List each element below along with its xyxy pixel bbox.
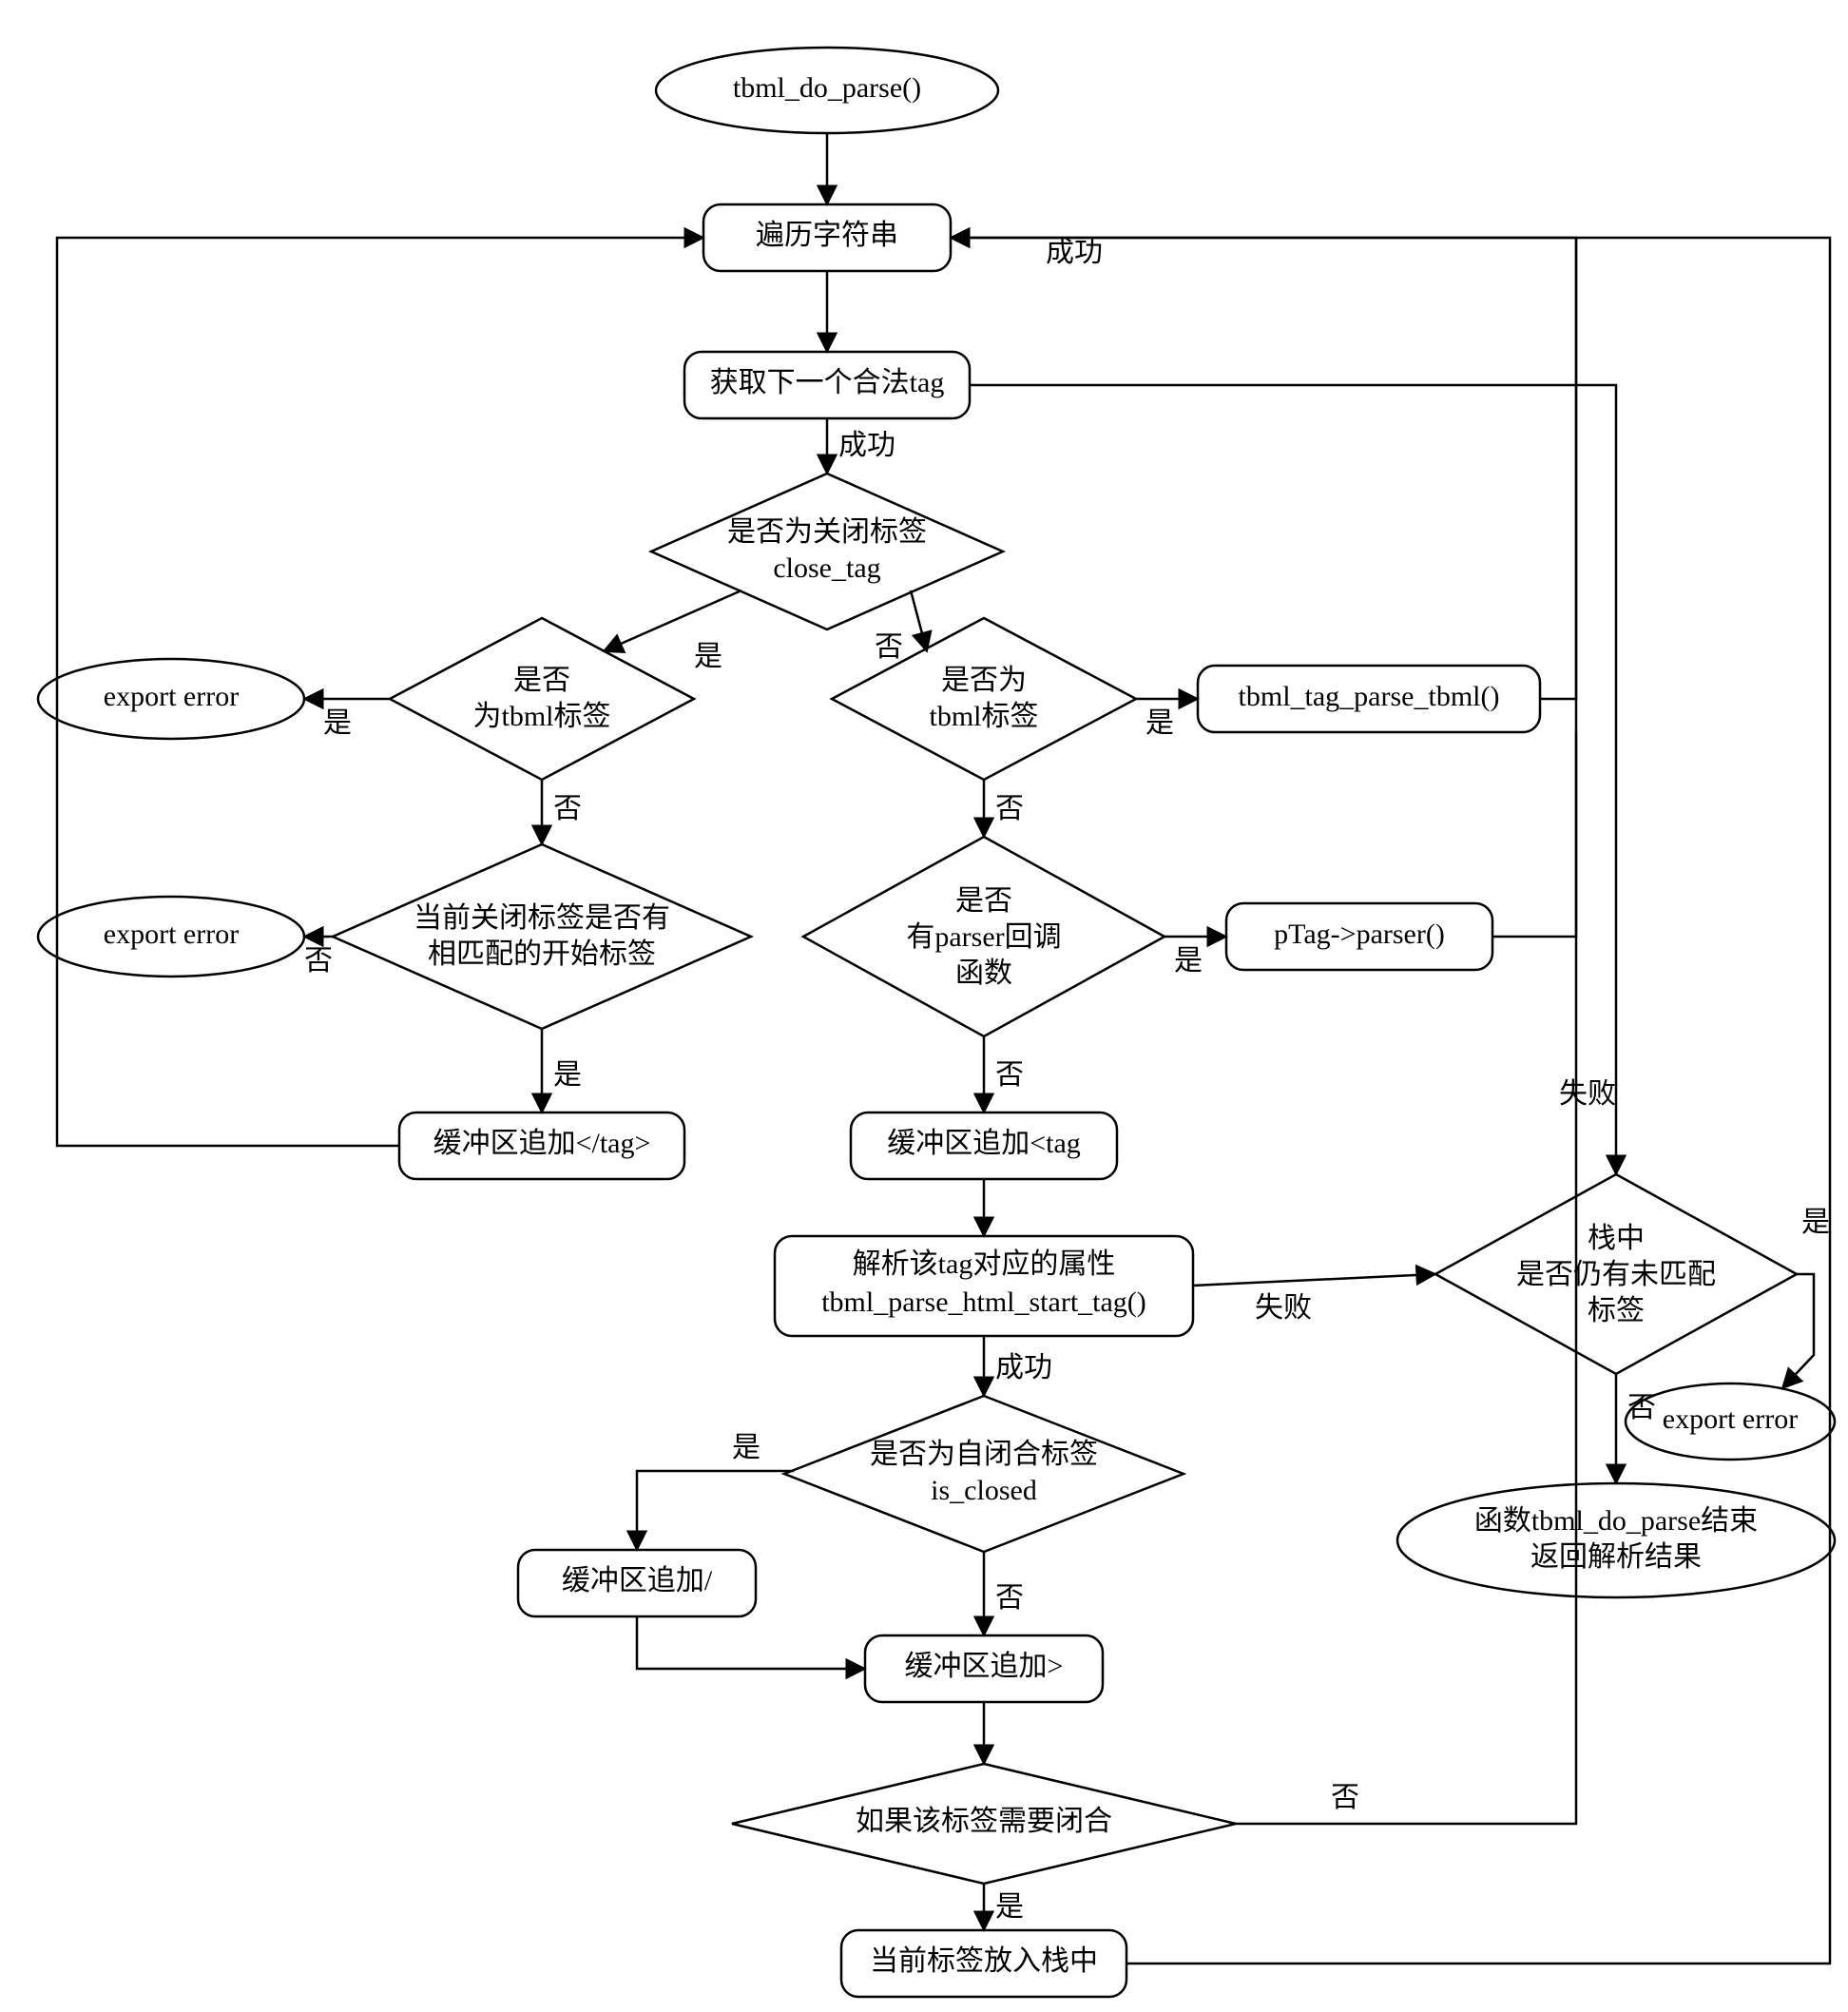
edge-push-loop xyxy=(951,238,1830,1964)
svg-text:是否: 是否 xyxy=(955,885,1012,917)
svg-text:tbml标签: tbml标签 xyxy=(929,701,1038,732)
svg-text:是: 是 xyxy=(1801,1207,1830,1238)
svg-text:函数: 函数 xyxy=(955,958,1012,989)
node-append-slash-label: 缓冲区追加/ xyxy=(562,1565,713,1596)
svg-text:成功: 成功 xyxy=(1046,237,1103,268)
node-start-label: tbml_do_parse() xyxy=(733,72,921,104)
svg-text:否: 否 xyxy=(995,1059,1024,1091)
svg-text:失败: 失败 xyxy=(1559,1078,1616,1110)
svg-text:否: 否 xyxy=(1627,1392,1656,1423)
svg-text:为tbml标签: 为tbml标签 xyxy=(472,701,610,732)
svg-text:是: 是 xyxy=(553,1059,582,1091)
edge-stack-err xyxy=(1782,1274,1814,1388)
edge-isclose-right xyxy=(911,590,927,651)
svg-text:否: 否 xyxy=(304,945,333,977)
node-append-close-label: 缓冲区追加</tag> xyxy=(433,1128,651,1159)
node-need-close-label: 如果该标签需要闭合 xyxy=(856,1806,1112,1837)
node-parse-tbml-label: tbml_tag_parse_tbml() xyxy=(1239,681,1500,712)
svg-text:函数tbml_do_parse结束: 函数tbml_do_parse结束 xyxy=(1474,1505,1758,1537)
node-ptag-parser-label: pTag->parser() xyxy=(1274,919,1445,950)
svg-text:是: 是 xyxy=(732,1432,760,1463)
svg-text:是否: 是否 xyxy=(513,665,570,696)
svg-text:否: 否 xyxy=(995,793,1024,824)
svg-text:是否为关闭标签: 是否为关闭标签 xyxy=(727,516,927,548)
svg-text:否: 否 xyxy=(1331,1782,1359,1813)
svg-text:是: 是 xyxy=(1174,945,1203,977)
svg-text:否: 否 xyxy=(875,631,903,663)
svg-text:是: 是 xyxy=(694,641,722,672)
svg-text:是: 是 xyxy=(995,1891,1024,1923)
node-getnext-label: 获取下一个合法tag xyxy=(710,367,945,398)
node-error-left1-label: export error xyxy=(104,681,239,712)
svg-text:当前关闭标签是否有: 当前关闭标签是否有 xyxy=(414,902,670,934)
svg-text:解析该tag对应的属性: 解析该tag对应的属性 xyxy=(853,1248,1116,1280)
flowchart: tbml_do_parse() 遍历字符串 获取下一个合法tag 是否为关闭标签… xyxy=(0,0,1848,2012)
svg-text:is_closed: is_closed xyxy=(931,1475,1037,1506)
edge-ptag-loop xyxy=(1492,732,1576,937)
node-error-right-label: export error xyxy=(1663,1403,1798,1435)
node-error-left2-label: export error xyxy=(104,919,239,950)
svg-text:成功: 成功 xyxy=(995,1352,1052,1383)
node-append-open-label: 缓冲区追加<tag xyxy=(887,1128,1081,1159)
edge-isselfclose-slash xyxy=(637,1471,794,1550)
svg-text:有parser回调: 有parser回调 xyxy=(906,921,1061,953)
node-istbml-left xyxy=(390,618,694,780)
svg-text:是否为自闭合标签: 是否为自闭合标签 xyxy=(870,1439,1098,1470)
svg-text:否: 否 xyxy=(995,1582,1024,1614)
svg-text:是否为: 是否为 xyxy=(941,665,1027,696)
svg-text:栈中: 栈中 xyxy=(1588,1223,1645,1254)
svg-text:是: 是 xyxy=(323,707,352,739)
edge-parseattr-stack xyxy=(1193,1274,1435,1286)
svg-text:否: 否 xyxy=(553,793,582,824)
svg-text:成功: 成功 xyxy=(838,430,895,461)
node-append-gt-label: 缓冲区追加> xyxy=(905,1651,1064,1682)
svg-text:tbml_parse_html_start_tag(): tbml_parse_html_start_tag() xyxy=(821,1287,1146,1318)
svg-text:是否仍有未匹配: 是否仍有未匹配 xyxy=(1516,1259,1716,1290)
svg-text:是: 是 xyxy=(1145,707,1174,739)
svg-text:标签: 标签 xyxy=(1588,1295,1645,1326)
node-push-stack-label: 当前标签放入栈中 xyxy=(870,1945,1098,1977)
edge-getnext-stack xyxy=(970,385,1616,1174)
svg-text:相匹配的开始标签: 相匹配的开始标签 xyxy=(428,938,656,970)
svg-text:close_tag: close_tag xyxy=(773,552,880,584)
node-hasmatch xyxy=(333,844,751,1029)
edge-slash-gt xyxy=(637,1616,865,1669)
svg-text:返回解析结果: 返回解析结果 xyxy=(1530,1541,1702,1573)
edge-parsetbml-loop xyxy=(1540,238,1576,699)
svg-text:失败: 失败 xyxy=(1255,1292,1312,1324)
node-traverse-label: 遍历字符串 xyxy=(756,220,898,251)
